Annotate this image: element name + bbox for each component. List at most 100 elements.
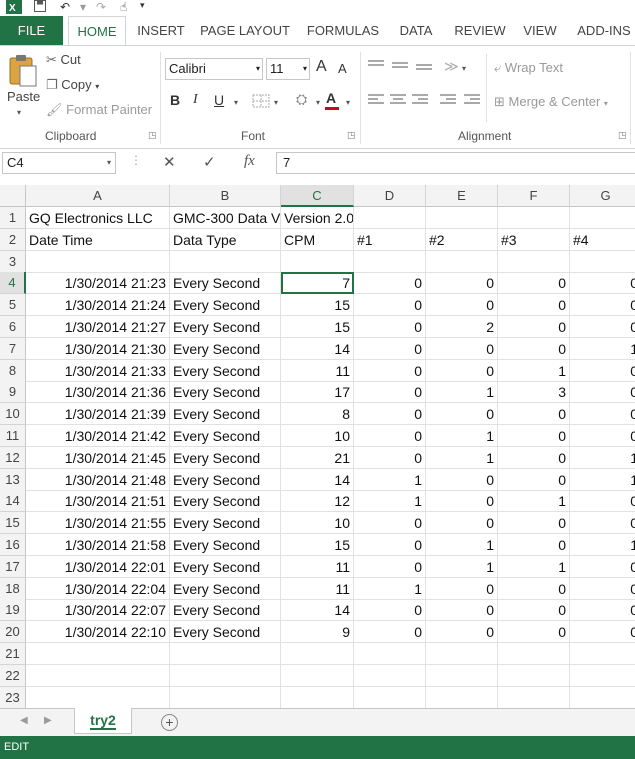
cell-g4[interactable]: 0 xyxy=(570,272,635,295)
column-header-a[interactable]: A xyxy=(26,185,170,207)
cell-d23[interactable] xyxy=(354,686,426,708)
cell-c14[interactable]: 12 xyxy=(281,490,354,513)
row-header[interactable]: 3 xyxy=(0,250,26,273)
font-launcher-icon[interactable]: ◳ xyxy=(347,130,356,141)
cell-f22[interactable] xyxy=(498,664,570,687)
row-header[interactable]: 15 xyxy=(0,512,26,535)
copy-button[interactable]: ❐ Copy ▾ xyxy=(46,77,99,93)
cell-b9[interactable]: Every Second xyxy=(170,381,281,404)
cell-a22[interactable] xyxy=(26,664,170,687)
row-header[interactable]: 10 xyxy=(0,403,26,426)
top-align-icon[interactable] xyxy=(368,60,384,72)
cell-f23[interactable] xyxy=(498,686,570,708)
cell-c17[interactable]: 11 xyxy=(281,555,354,578)
merge-center-button[interactable]: ⊞ Merge & Center ▾ xyxy=(494,94,608,110)
cell-a19[interactable]: 1/30/2014 22:07 xyxy=(26,599,170,622)
row-header[interactable]: 8 xyxy=(0,359,26,382)
cell-f12[interactable]: 0 xyxy=(498,446,570,469)
new-sheet-button[interactable]: + xyxy=(161,714,178,731)
cell-c12[interactable]: 21 xyxy=(281,446,354,469)
cell-d6[interactable]: 0 xyxy=(354,316,426,338)
cell-c20[interactable]: 9 xyxy=(281,621,354,644)
cell-f18[interactable]: 0 xyxy=(498,577,570,600)
column-header-g[interactable]: G xyxy=(570,185,635,207)
cell-g9[interactable]: 0 xyxy=(570,381,635,404)
cell-g21[interactable] xyxy=(570,643,635,665)
cell-f2[interactable]: #3 xyxy=(498,228,570,251)
format-painter-button[interactable]: 🖌 Format Painter xyxy=(46,102,152,118)
alignment-launcher-icon[interactable]: ◳ xyxy=(618,130,627,141)
cell-d8[interactable]: 0 xyxy=(354,359,426,382)
cell-g10[interactable]: 0 xyxy=(570,403,635,426)
align-center-icon[interactable] xyxy=(390,94,406,106)
cell-e3[interactable] xyxy=(426,250,498,273)
cell-c5[interactable]: 15 xyxy=(281,294,354,317)
cell-c19[interactable]: 14 xyxy=(281,599,354,622)
cell-g11[interactable]: 0 xyxy=(570,425,635,447)
name-box[interactable]: C4 ▾ xyxy=(2,152,116,174)
wrap-text-button[interactable]: ⤶ Wrap Text xyxy=(494,60,563,76)
cell-d15[interactable]: 0 xyxy=(354,512,426,535)
cell-f1[interactable] xyxy=(498,207,570,229)
cell-e1[interactable] xyxy=(426,207,498,229)
touch-mode-icon[interactable]: ☝ xyxy=(120,0,127,14)
cell-e22[interactable] xyxy=(426,664,498,687)
middle-align-icon[interactable] xyxy=(392,62,408,74)
cell-b15[interactable]: Every Second xyxy=(170,512,281,535)
row-header[interactable]: 18 xyxy=(0,577,26,600)
tab-page-layout[interactable]: PAGE LAYOUT xyxy=(200,16,290,46)
cell-g20[interactable]: 0 xyxy=(570,621,635,644)
fill-color-dropdown-icon[interactable]: ▾ xyxy=(316,98,320,107)
row-header[interactable]: 20 xyxy=(0,621,26,644)
row-header[interactable]: 5 xyxy=(0,294,26,317)
cell-f3[interactable] xyxy=(498,250,570,273)
cell-d20[interactable]: 0 xyxy=(354,621,426,644)
row-header[interactable]: 2 xyxy=(0,228,26,251)
cell-b23[interactable] xyxy=(170,686,281,708)
cell-d11[interactable]: 0 xyxy=(354,425,426,447)
font-name-select[interactable]: Calibri ▾ xyxy=(165,58,263,80)
underline-button[interactable]: U xyxy=(214,92,224,108)
cell-a1[interactable]: GQ Electronics LLC xyxy=(26,207,170,229)
cell-e9[interactable]: 1 xyxy=(426,381,498,404)
row-header[interactable]: 14 xyxy=(0,490,26,513)
select-all-corner[interactable] xyxy=(0,185,26,207)
cell-g14[interactable]: 0 xyxy=(570,490,635,513)
cell-d18[interactable]: 1 xyxy=(354,577,426,600)
align-right-icon[interactable] xyxy=(412,94,428,106)
bold-button[interactable]: B xyxy=(170,92,180,108)
cell-f17[interactable]: 1 xyxy=(498,555,570,578)
cell-a20[interactable]: 1/30/2014 22:10 xyxy=(26,621,170,644)
cell-f13[interactable]: 0 xyxy=(498,468,570,491)
grow-font-button[interactable]: A xyxy=(316,58,327,76)
underline-dropdown-icon[interactable]: ▾ xyxy=(234,98,238,107)
cell-d14[interactable]: 1 xyxy=(354,490,426,513)
cell-a2[interactable]: Date Time xyxy=(26,228,170,251)
cell-c11[interactable]: 10 xyxy=(281,425,354,447)
cell-e10[interactable]: 0 xyxy=(426,403,498,426)
cell-a7[interactable]: 1/30/2014 21:30 xyxy=(26,337,170,360)
scroll-sheets-right-icon[interactable]: ▶ xyxy=(44,715,52,726)
cell-a8[interactable]: 1/30/2014 21:33 xyxy=(26,359,170,382)
save-icon[interactable] xyxy=(34,0,46,12)
cell-a12[interactable]: 1/30/2014 21:45 xyxy=(26,446,170,469)
cell-g13[interactable]: 1 xyxy=(570,469,635,491)
cell-a4[interactable]: 1/30/2014 21:23 xyxy=(26,272,170,295)
insert-function-button[interactable]: fx xyxy=(244,153,255,170)
cell-a3[interactable] xyxy=(26,250,170,273)
cell-f10[interactable]: 0 xyxy=(498,403,570,426)
paste-button[interactable]: Paste xyxy=(7,89,40,104)
cell-f5[interactable]: 0 xyxy=(498,294,570,317)
cell-f6[interactable]: 0 xyxy=(498,316,570,338)
cancel-entry-button[interactable]: ✕ xyxy=(163,153,176,171)
cell-b7[interactable]: Every Second xyxy=(170,337,281,360)
cell-e5[interactable]: 0 xyxy=(426,294,498,317)
cell-b2[interactable]: Data Type xyxy=(170,228,281,251)
cell-b8[interactable]: Every Second xyxy=(170,359,281,382)
cell-g19[interactable]: 0 xyxy=(570,599,635,622)
row-header[interactable]: 17 xyxy=(0,555,26,578)
tab-insert[interactable]: INSERT xyxy=(136,16,186,46)
cell-b20[interactable]: Every Second xyxy=(170,621,281,644)
align-left-icon[interactable] xyxy=(368,94,384,106)
tab-view[interactable]: VIEW xyxy=(520,16,560,46)
